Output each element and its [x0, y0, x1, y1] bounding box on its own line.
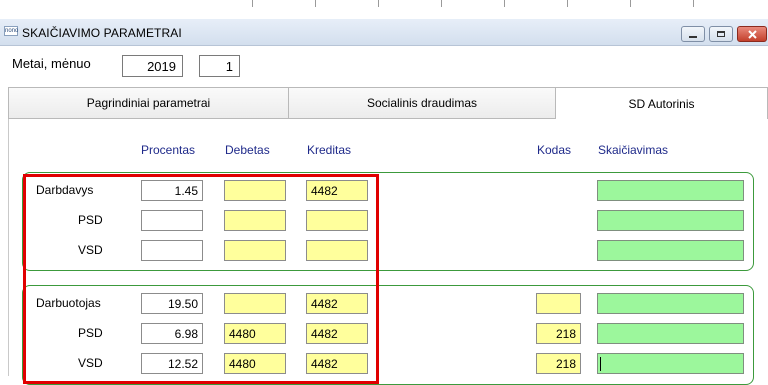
tab-pagrindiniai-parametrai[interactable]: Pagrindiniai parametrai: [8, 87, 289, 119]
ruler-tick: [567, 0, 568, 7]
month-field[interactable]: 1: [199, 55, 240, 77]
maximize-icon: [717, 31, 725, 37]
window-titlebar[interactable]: nono SKAIČIAVIMO PARAMETRAI: [0, 19, 768, 46]
tab-sd-autorinis[interactable]: SD Autorinis: [555, 87, 768, 120]
darbuotojas-kodas-field[interactable]: [536, 293, 581, 314]
tab-strip: Pagrindiniai parametrai Socialinis draud…: [8, 87, 768, 120]
close-icon: [747, 29, 757, 39]
column-header-debetas: Debetas: [225, 143, 270, 157]
minimize-button[interactable]: [681, 26, 705, 42]
column-header-kreditas: Kreditas: [307, 143, 352, 157]
app-icon: nono: [4, 26, 19, 36]
window-title: SKAIČIAVIMO PARAMETRAI: [22, 26, 182, 40]
minimize-icon: [689, 36, 697, 38]
top-ruler: [0, 0, 768, 9]
column-header-skaiciavimas: Skaičiavimas: [598, 143, 669, 157]
ruler-tick: [504, 0, 505, 7]
ruler-tick: [252, 0, 253, 7]
ruler-tick: [315, 0, 316, 7]
maximize-button[interactable]: [709, 26, 733, 42]
period-label: Metai, mėnuo: [12, 56, 91, 71]
ruler-tick: [378, 0, 379, 7]
darbuotojas-skaiciavimas-field[interactable]: [597, 293, 744, 314]
darbdavys-skaiciavimas-field[interactable]: [597, 180, 744, 201]
text-cursor: [600, 357, 601, 371]
ruler-tick: [693, 0, 694, 7]
close-button[interactable]: [737, 26, 767, 42]
highlight-box: [23, 174, 379, 384]
year-field[interactable]: 2019: [122, 55, 183, 77]
column-header-kodas: Kodas: [537, 143, 572, 157]
ruler-tick: [630, 0, 631, 7]
ruler-tick: [441, 0, 442, 7]
column-header-procentas: Procentas: [141, 143, 196, 157]
darbuotojas-vsd-skaiciavimas-field[interactable]: [597, 353, 744, 374]
darbdavys-vsd-skaiciavimas-field[interactable]: [597, 240, 744, 261]
darbuotojas-psd-kodas-field[interactable]: 218: [536, 323, 581, 344]
tab-socialinis-draudimas[interactable]: Socialinis draudimas: [288, 87, 556, 119]
darbuotojas-vsd-kodas-field[interactable]: 218: [536, 353, 581, 374]
darbuotojas-psd-skaiciavimas-field[interactable]: [597, 323, 744, 344]
darbdavys-psd-skaiciavimas-field[interactable]: [597, 210, 744, 231]
